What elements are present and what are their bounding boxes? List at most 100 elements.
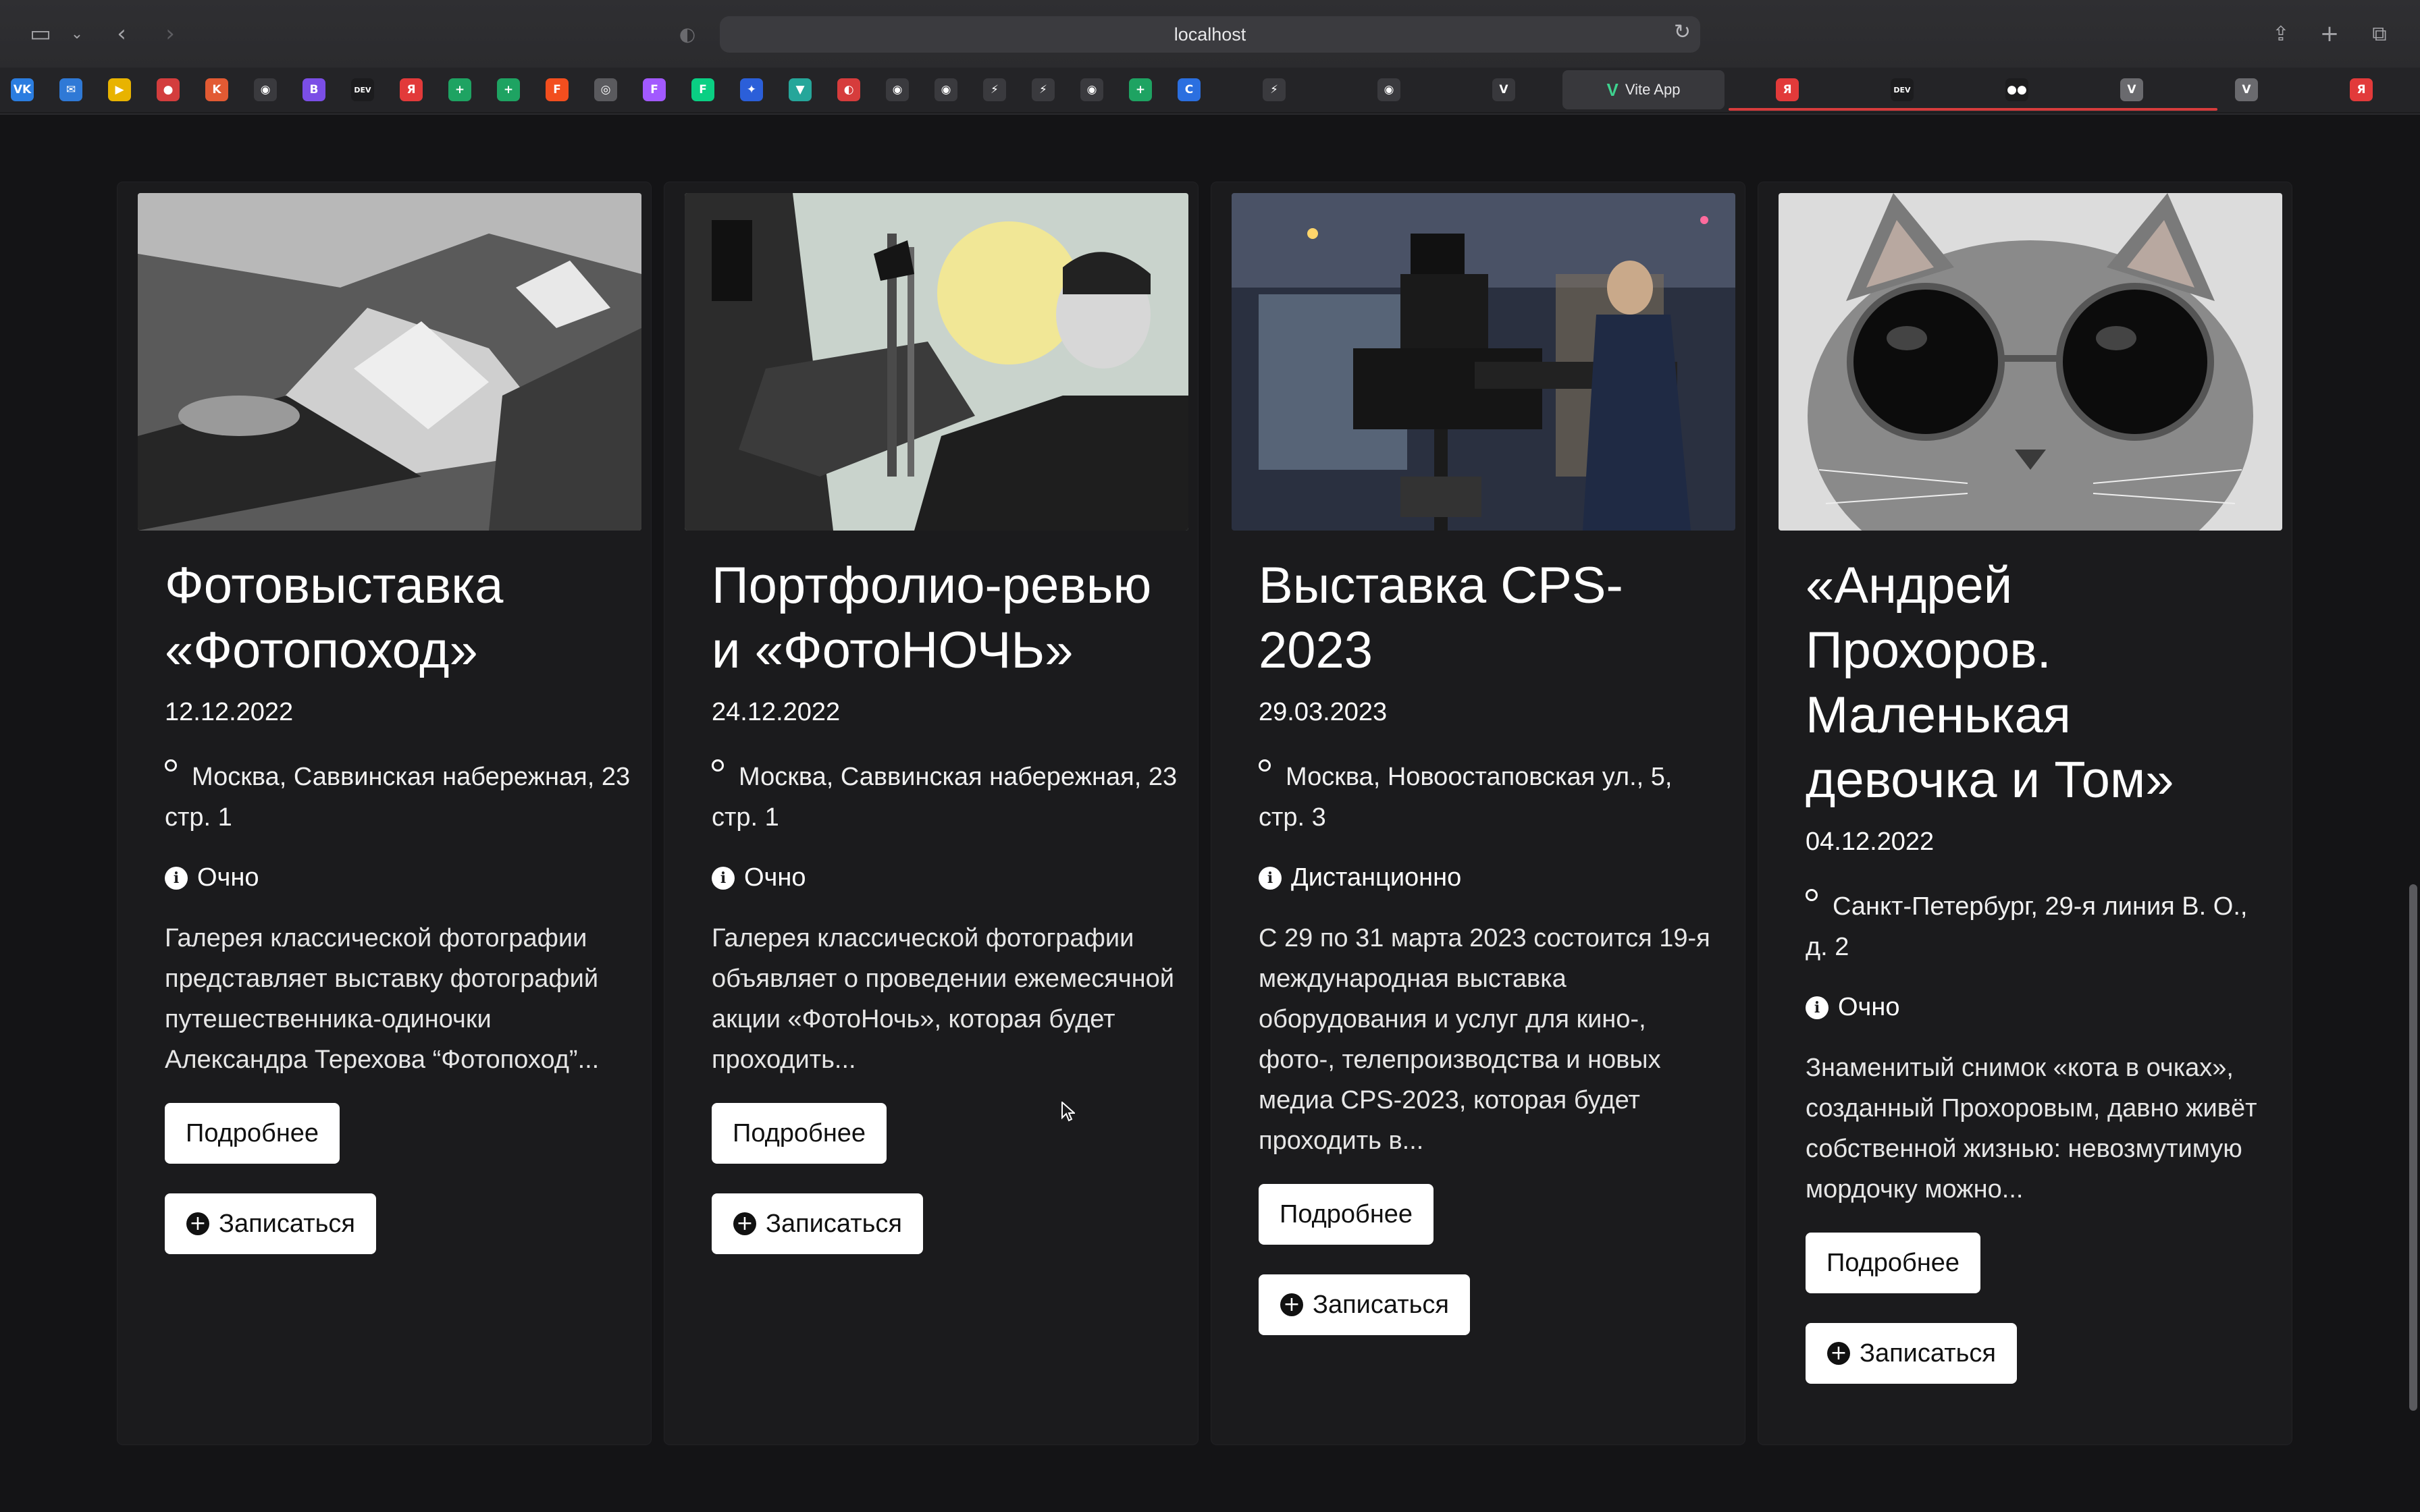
events-page: Фотовыставка «Фотопоход» 12.12.2022 Моск… (0, 115, 2420, 1512)
event-card: Выставка CPS-2023 29.03.2023 Москва, Нов… (1211, 182, 1745, 1444)
browser-chrome: ▭ ⌄ ‹ › ◐ localhost ↻ ⇪ + ⧉ VK ✉ ▶ ● K ◉ B DEV Я… (0, 0, 2420, 115)
event-date: 04.12.2022 (1806, 828, 1935, 856)
event-date: 29.03.2023 (1259, 698, 1388, 726)
event-title: Фотовыставка «Фотопоход» (165, 557, 504, 679)
event-mode-text: Очно (744, 863, 806, 892)
event-mode: i Очно (1806, 993, 2271, 1022)
event-address: Санкт-Петербург, 29-я линия В. О., д. 2 (1806, 886, 2271, 967)
event-image (138, 193, 641, 531)
figma-icon[interactable]: F (546, 78, 569, 101)
event-mode-text: Дистанционно (1291, 863, 1462, 892)
plus-circle-icon: + (186, 1212, 209, 1235)
page-scrollbar[interactable] (2409, 884, 2417, 1411)
shield-icon[interactable]: ▼ (789, 78, 812, 101)
details-button[interactable]: Подробнее (712, 1103, 887, 1164)
event-address: Москва, Саввинская набережная, 23 стр. 1 (712, 757, 1178, 838)
signup-button[interactable]: + Записаться (165, 1193, 376, 1254)
signup-label: Записаться (219, 1209, 355, 1238)
event-title: Портфолио-ревью и «ФотоНОЧЬ» (712, 557, 1152, 679)
event-address-text: Москва, Саввинская набережная, 23 стр. 1 (165, 763, 631, 832)
figma-icon[interactable]: F (643, 78, 666, 101)
new-tab-icon[interactable]: + (2315, 19, 2344, 49)
location-icon (1806, 889, 1818, 901)
yandex-icon[interactable]: Я (400, 78, 423, 101)
plus-circle-icon: + (733, 1212, 756, 1235)
app-icon[interactable]: ◎ (594, 78, 617, 101)
github-icon[interactable]: ◉ (1377, 78, 1400, 101)
sheets-icon[interactable]: + (448, 78, 471, 101)
event-description: Галерея классической фотографии объявляе… (712, 924, 1175, 1074)
sheets-icon[interactable]: + (1129, 78, 1152, 101)
chrome-icon[interactable]: C (1178, 78, 1201, 101)
event-date: 12.12.2022 (165, 698, 294, 726)
plus-circle-icon: + (1280, 1293, 1303, 1316)
share-icon[interactable]: ⇪ (2266, 19, 2296, 49)
figma-icon[interactable]: F (691, 78, 714, 101)
vk-icon[interactable]: VK (11, 78, 34, 101)
signup-button[interactable]: + Записаться (1259, 1274, 1470, 1335)
event-card: «Андрей Прохоров. Маленькая девочка и То… (1758, 182, 2292, 1444)
mail-icon[interactable]: ✉ (59, 78, 82, 101)
event-description: Знаменитый снимок «кота в очках», создан… (1806, 1054, 2257, 1204)
event-card: Портфолио-ревью и «ФотоНОЧЬ» 24.12.2022 … (664, 182, 1198, 1444)
vue-icon[interactable]: V (1492, 78, 1515, 101)
github-icon[interactable]: ◉ (886, 78, 909, 101)
v-icon[interactable]: V (2120, 78, 2143, 101)
event-address-text: Санкт-Петербург, 29-я линия В. О., д. 2 (1806, 892, 2248, 961)
github-icon[interactable]: ◉ (935, 78, 957, 101)
v-icon[interactable]: V (2235, 78, 2258, 101)
dev-icon[interactable]: DEV (351, 78, 374, 101)
address-bar[interactable]: localhost ↻ (720, 16, 1700, 53)
shield-icon[interactable]: ◐ (673, 19, 702, 49)
event-card: Фотовыставка «Фотопоход» 12.12.2022 Моск… (117, 182, 651, 1444)
tab-vite-app[interactable]: V Vite App (1562, 70, 1725, 109)
signup-label: Записаться (1313, 1290, 1449, 1319)
lightning-icon[interactable]: ⚡ (1032, 78, 1055, 101)
forward-icon[interactable]: › (155, 19, 185, 49)
details-button[interactable]: Подробнее (165, 1103, 340, 1164)
event-title: Выставка CPS-2023 (1259, 557, 1623, 679)
lightning-icon[interactable]: ⚡ (983, 78, 1006, 101)
reload-icon[interactable]: ↻ (1674, 20, 1691, 44)
event-title: «Андрей Прохоров. Маленькая девочка и То… (1806, 557, 2174, 809)
event-date: 24.12.2022 (712, 698, 841, 726)
event-address-text: Москва, Саввинская набережная, 23 стр. 1 (712, 763, 1178, 832)
event-mode-text: Очно (197, 863, 259, 892)
vue-icon: V (1606, 79, 1619, 100)
event-mode: i Дистанционно (1259, 863, 1725, 892)
info-icon: i (1806, 996, 1829, 1019)
dev-icon[interactable]: DEV (1891, 78, 1914, 101)
event-image (1779, 193, 2282, 531)
sidebar-toggle-icon[interactable]: ▭ (26, 19, 55, 49)
github-icon[interactable]: ◉ (254, 78, 277, 101)
github-icon[interactable]: ◉ (1080, 78, 1103, 101)
fire-icon[interactable]: ◐ (837, 78, 860, 101)
medium-icon[interactable]: ●● (2005, 78, 2028, 101)
details-button[interactable]: Подробнее (1806, 1233, 1981, 1293)
lightning-icon[interactable]: ⚡ (1263, 78, 1286, 101)
location-icon (712, 759, 724, 772)
back-icon[interactable]: ‹ (107, 19, 136, 49)
yandex-icon[interactable]: Я (1776, 78, 1799, 101)
event-image (1232, 193, 1735, 531)
event-description: Галерея классической фотографии представ… (165, 924, 600, 1074)
location-icon (165, 759, 177, 772)
sheets-icon[interactable]: + (497, 78, 520, 101)
youtube-music-icon[interactable]: ▶ (108, 78, 131, 101)
chevron-down-icon[interactable]: ⌄ (62, 19, 92, 49)
info-icon: i (165, 866, 188, 890)
puzzle-icon[interactable]: ✦ (740, 78, 763, 101)
event-image (685, 193, 1188, 531)
tab-overview-icon[interactable]: ⧉ (2365, 19, 2394, 49)
details-button[interactable]: Подробнее (1259, 1184, 1434, 1245)
signup-label: Записаться (1860, 1339, 1996, 1368)
flag-icon[interactable]: K (205, 78, 228, 101)
event-description: С 29 по 31 марта 2023 состоится 19-я меж… (1259, 924, 1710, 1155)
yandex-icon[interactable]: Я (2350, 78, 2373, 101)
bootstrap-icon[interactable]: B (302, 78, 325, 101)
circle-icon[interactable]: ● (157, 78, 180, 101)
url-text: localhost (1174, 24, 1246, 45)
signup-button[interactable]: + Записаться (712, 1193, 923, 1254)
signup-button[interactable]: + Записаться (1806, 1323, 2017, 1384)
plus-circle-icon: + (1827, 1342, 1850, 1365)
